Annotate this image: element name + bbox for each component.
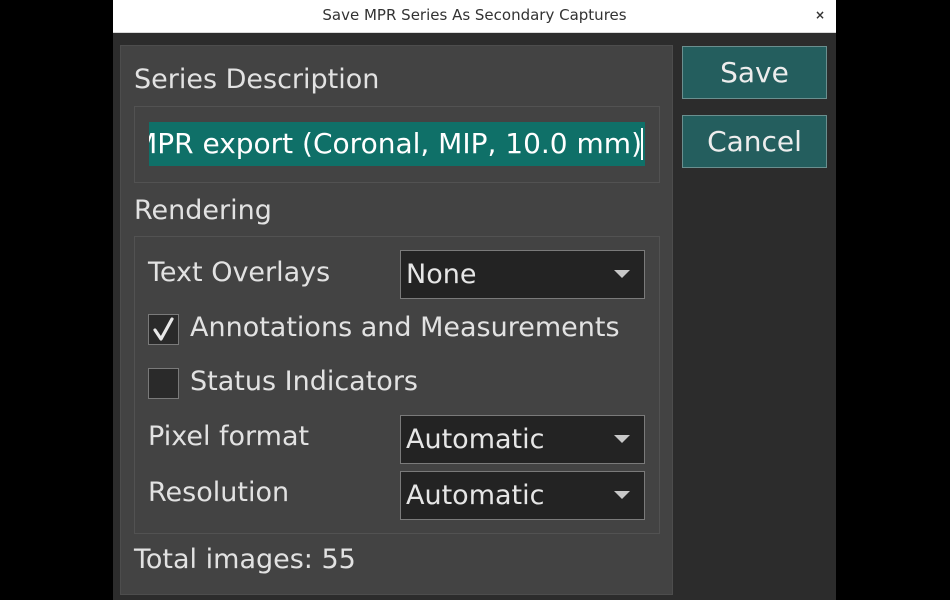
rendering-heading: Rendering: [134, 195, 272, 226]
series-description-value: MPR export (Coronal, MIP, 10.0 mm): [149, 127, 642, 160]
close-icon[interactable]: ×: [812, 6, 828, 24]
series-description-input[interactable]: MPR export (Coronal, MIP, 10.0 mm): [149, 122, 645, 166]
cancel-button[interactable]: Cancel: [682, 115, 827, 168]
pixel-format-select[interactable]: Automatic: [400, 415, 645, 464]
rendering-group: Text Overlays None Annotations and Measu…: [134, 236, 660, 534]
resolution-select[interactable]: Automatic: [400, 471, 645, 520]
resolution-label: Resolution: [148, 477, 290, 508]
series-description-heading: Series Description: [134, 64, 380, 95]
chevron-down-icon: [614, 491, 630, 499]
titlebar: Save MPR Series As Secondary Captures ×: [113, 0, 836, 33]
text-overlays-label: Text Overlays: [148, 257, 331, 288]
total-images-text: Total images: 55: [134, 544, 356, 575]
text-caret: [641, 128, 643, 160]
text-overlays-value: None: [406, 259, 477, 290]
settings-panel: Series Description MPR export (Coronal, …: [120, 45, 673, 595]
window-title: Save MPR Series As Secondary Captures: [322, 6, 627, 24]
checkmark-icon: [153, 317, 174, 341]
status-indicators-checkbox[interactable]: [148, 368, 179, 399]
text-overlays-select[interactable]: None: [400, 250, 645, 299]
dialog-window: Save MPR Series As Secondary Captures × …: [113, 0, 836, 600]
annotations-checkbox[interactable]: [148, 314, 179, 345]
status-indicators-label: Status Indicators: [190, 366, 418, 397]
pixel-format-value: Automatic: [406, 424, 545, 455]
chevron-down-icon: [614, 270, 630, 278]
pixel-format-label: Pixel format: [148, 421, 310, 452]
annotations-label: Annotations and Measurements: [190, 312, 620, 343]
save-button[interactable]: Save: [682, 46, 827, 99]
chevron-down-icon: [614, 435, 630, 443]
resolution-value: Automatic: [406, 480, 545, 511]
series-description-group: MPR export (Coronal, MIP, 10.0 mm): [134, 106, 660, 183]
